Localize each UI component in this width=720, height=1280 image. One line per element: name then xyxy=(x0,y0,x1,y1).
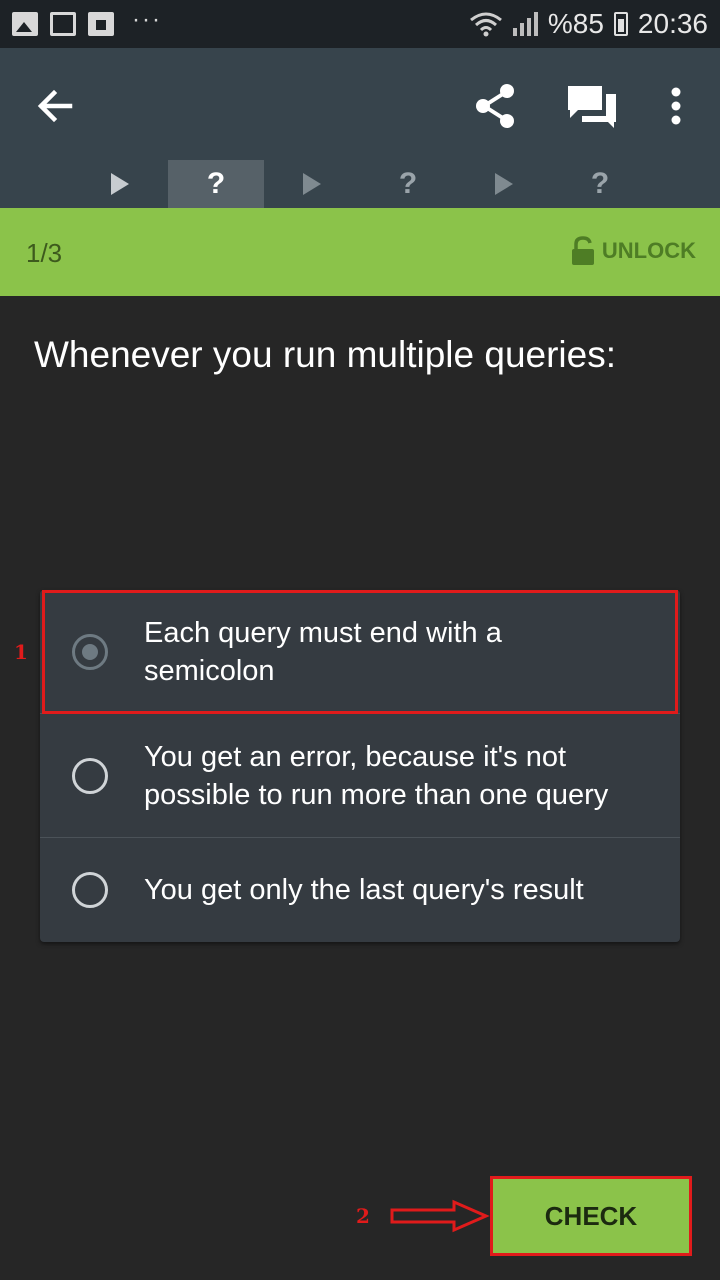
flipboard-icon xyxy=(88,12,114,36)
step-quiz-2[interactable]: ? xyxy=(360,160,456,208)
signal-icon xyxy=(512,12,538,36)
answer-option-label: Each query must end with a semicolon xyxy=(144,616,502,687)
annotation-number-2: 2 xyxy=(356,1204,370,1228)
more-vert-icon[interactable] xyxy=(656,78,696,134)
play-icon xyxy=(111,173,129,195)
answer-option-label: You get only the last query's result xyxy=(144,874,584,906)
status-bar: ··· %85 20:36 xyxy=(0,0,720,48)
more-notifications-icon: ··· xyxy=(132,6,162,33)
step-lesson-3[interactable] xyxy=(456,160,552,208)
quiz-progress-bar: 1/3 UNLOCK xyxy=(0,208,720,296)
wifi-icon xyxy=(469,12,502,37)
step-lesson-1[interactable] xyxy=(72,160,168,208)
notification-icons: ··· xyxy=(12,6,162,36)
question-text: Whenever you run multiple queries: xyxy=(34,334,617,375)
clock: 20:36 xyxy=(637,8,708,39)
lock-open-icon xyxy=(571,236,594,265)
app-bar xyxy=(0,48,720,160)
step-lesson-2[interactable] xyxy=(264,160,360,208)
unlock-button[interactable]: UNLOCK xyxy=(570,236,696,266)
chat-icon[interactable] xyxy=(564,80,620,132)
annotation-arrow-icon xyxy=(390,1199,490,1233)
answer-option-1[interactable]: Each query must end with a semicolon xyxy=(40,590,680,714)
battery-icon xyxy=(613,12,628,36)
unlock-label: UNLOCK xyxy=(601,238,696,263)
radio-icon[interactable] xyxy=(72,757,108,794)
share-icon[interactable] xyxy=(470,80,522,132)
radio-selected-icon[interactable] xyxy=(72,633,108,670)
answer-options: Each query must end with a semicolon You… xyxy=(40,590,680,942)
radio-icon[interactable] xyxy=(72,872,108,908)
annotation-number-1: 1 xyxy=(14,640,28,664)
back-arrow-icon[interactable] xyxy=(30,80,82,132)
check-button[interactable]: CHECK xyxy=(490,1176,692,1256)
mail-icon xyxy=(50,12,76,36)
step-quiz-3[interactable]: ? xyxy=(552,160,648,208)
system-status: %85 20:36 xyxy=(469,8,708,40)
lesson-steps: ? ? ? xyxy=(0,160,720,208)
play-icon xyxy=(303,173,321,195)
image-icon xyxy=(12,12,38,36)
step-quiz-1[interactable]: ? xyxy=(168,160,264,208)
answer-option-3[interactable]: You get only the last query's result xyxy=(40,838,680,942)
battery-percent: %85 xyxy=(547,8,604,39)
play-icon xyxy=(495,173,513,195)
steps-padding xyxy=(0,160,72,208)
answer-option-label: You get an error, because it's not possi… xyxy=(144,740,609,811)
question-counter: 1/3 xyxy=(26,238,63,268)
answer-option-2[interactable]: You get an error, because it's not possi… xyxy=(40,714,680,838)
